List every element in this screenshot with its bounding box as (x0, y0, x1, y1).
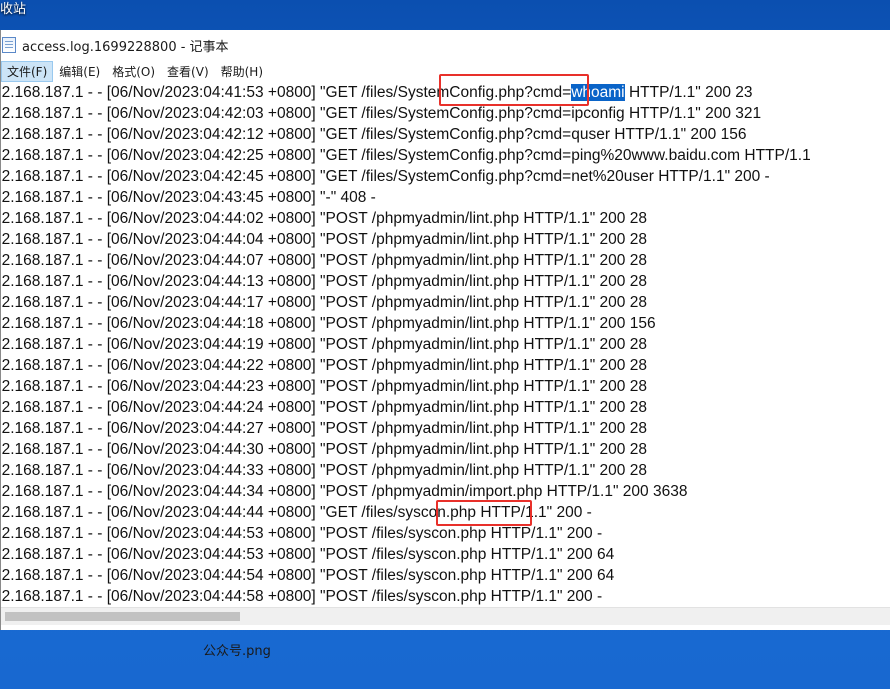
log-line-prefix: 92.168.187.1 - - [06/Nov/2023:04:41:53 +… (1, 84, 572, 101)
log-line: 92.168.187.1 - - [06/Nov/2023:04:42:25 +… (1, 147, 811, 164)
log-line: 92.168.187.1 - - [06/Nov/2023:04:44:30 +… (1, 441, 647, 458)
log-line: 92.168.187.1 - - [06/Nov/2023:04:44:04 +… (1, 231, 647, 248)
log-line: 92.168.187.1 - - [06/Nov/2023:04:42:45 +… (1, 168, 770, 185)
log-line: 92.168.187.1 - - [06/Nov/2023:04:44:17 +… (1, 294, 647, 311)
log-line: 92.168.187.1 - - [06/Nov/2023:04:44:54 +… (1, 567, 615, 584)
log-line: 92.168.187.1 - - [06/Nov/2023:04:43:45 +… (1, 189, 376, 206)
log-line: 92.168.187.1 - - [06/Nov/2023:04:44:58 +… (1, 588, 603, 605)
menu-item-2[interactable]: 格式(O) (106, 61, 161, 82)
log-line-suffix: HTTP/1.1" 200 23 (624, 84, 753, 101)
scrollbar-thumb[interactable] (5, 612, 240, 621)
selected-text: whoami (571, 84, 625, 101)
title-bar[interactable]: access.log.1699228800 - 记事本 (1, 30, 890, 60)
notepad-window: access.log.1699228800 - 记事本 文件(F) 编辑(E) 格式… (0, 30, 890, 630)
log-line: 92.168.187.1 - - [06/Nov/2023:04:44:27 +… (1, 420, 647, 437)
horizontal-scrollbar[interactable] (1, 607, 890, 625)
menu-item-4[interactable]: 帮助(H) (215, 61, 269, 82)
log-line: 92.168.187.1 - - [06/Nov/2023:04:44:33 +… (1, 462, 647, 479)
log-line: 92.168.187.1 - - [06/Nov/2023:04:44:44 +… (1, 504, 592, 521)
log-line: 92.168.187.1 - - [06/Nov/2023:04:44:13 +… (1, 273, 647, 290)
menu-item-0[interactable]: 文件(F) (1, 60, 54, 82)
window-title: access.log.1699228800 - 记事本 (22, 39, 229, 55)
log-line: 92.168.187.1 - - [06/Nov/2023:04:41:53 +… (1, 82, 753, 103)
notepad-icon (2, 37, 16, 53)
log-line: 92.168.187.1 - - [06/Nov/2023:04:42:03 +… (1, 105, 762, 122)
log-line: 92.168.187.1 - - [06/Nov/2023:04:44:23 +… (1, 378, 647, 395)
log-line: 92.168.187.1 - - [06/Nov/2023:04:44:07 +… (1, 252, 647, 269)
menu-item-1[interactable]: 编辑(E) (53, 61, 106, 82)
desktop-file-label[interactable]: 公众号.png (203, 640, 271, 659)
log-line: 92.168.187.1 - - [06/Nov/2023:04:44:53 +… (1, 546, 615, 563)
desktop-recycle-bin-label[interactable]: 收站 (0, 0, 26, 17)
log-line: 92.168.187.1 - - [06/Nov/2023:04:44:24 +… (1, 399, 647, 416)
log-line: 92.168.187.1 - - [06/Nov/2023:04:44:22 +… (1, 357, 647, 374)
menu-item-3[interactable]: 查看(V) (161, 61, 215, 82)
log-line: 92.168.187.1 - - [06/Nov/2023:04:42:12 +… (1, 126, 747, 143)
log-line: 92.168.187.1 - - [06/Nov/2023:04:44:53 +… (1, 525, 603, 542)
log-line: 92.168.187.1 - - [06/Nov/2023:04:44:19 +… (1, 336, 647, 353)
log-line: 92.168.187.1 - - [06/Nov/2023:04:44:18 +… (1, 315, 656, 332)
log-line: 92.168.187.1 - - [06/Nov/2023:04:44:34 +… (1, 483, 688, 500)
log-line: 92.168.187.1 - - [06/Nov/2023:04:44:02 +… (1, 210, 647, 227)
text-editor[interactable]: 92.168.187.1 - - [06/Nov/2023:04:41:53 +… (1, 82, 890, 607)
menu-bar: 文件(F) 编辑(E) 格式(O) 查看(V) 帮助(H) (1, 60, 890, 82)
